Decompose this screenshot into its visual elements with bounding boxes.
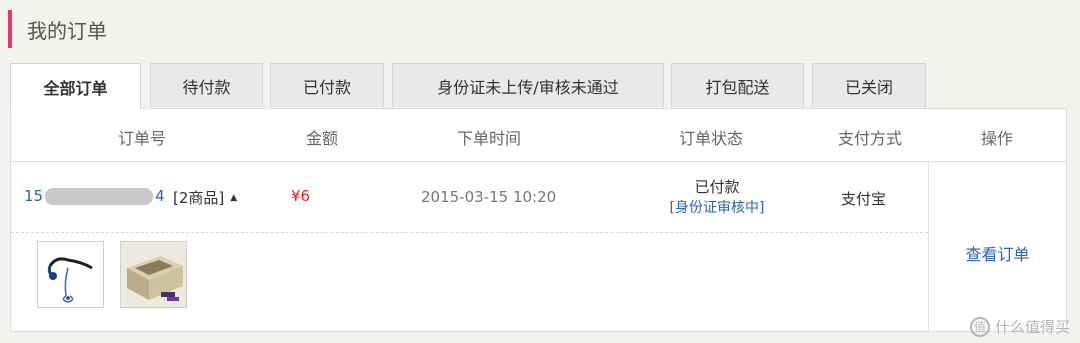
status-text: 已付款 [694,178,740,196]
header-actions: 操作 [980,129,1014,148]
order-items-row [11,232,928,332]
caret-up-icon: ▲ [230,192,238,203]
tab-id-pending[interactable]: 身份证未上传/审核未通过 [392,63,664,107]
earphones-image[interactable] [37,241,104,308]
watermark-text: 什么值得买 [994,318,1070,336]
zhi-icon: 值 [969,316,990,337]
payment-method: 支付宝 [841,190,887,208]
product-box-image[interactable] [120,241,187,308]
header-amount: 金额 [305,129,339,148]
header-order-number: 订单号 [117,129,167,148]
title-accent-bar [8,10,12,48]
tab-closed[interactable]: 已关闭 [812,63,926,107]
order-summary-row: 15 4 [2商品] ▲ ¥6 2015-03-15 10:20 已付款 [身份… [11,161,928,233]
order-number-link[interactable]: 15 4 [24,187,165,205]
header-payment-method: 支付方式 [837,129,903,148]
header-order-time: 下单时间 [456,129,522,148]
order-number-redacted [45,187,154,205]
site-watermark: 值 什么值得买 [969,316,1070,337]
actions-cell: 查看订单 [928,161,1066,331]
view-order-link[interactable]: 查看订单 [929,241,1066,265]
page-header: 我的订单 [8,10,107,48]
tab-paid[interactable]: 已付款 [270,63,384,107]
status-detail-link[interactable]: [身份证审核中] [657,198,777,219]
page-title: 我的订单 [27,18,107,43]
header-order-status: 订单状态 [678,129,744,148]
order-status: 已付款 [身份证审核中] [657,177,777,219]
tab-all-orders[interactable]: 全部订单 [10,63,141,110]
item-count-toggle[interactable]: [2商品] ▲ [173,187,237,208]
order-time: 2015-03-15 10:20 [421,188,557,206]
order-number-suffix: 4 [155,187,165,205]
table-header: 订单号 金额 下单时间 订单状态 支付方式 操作 [11,109,1066,162]
tab-pending-payment[interactable]: 待付款 [150,63,263,107]
orders-panel: 订单号 金额 下单时间 订单状态 支付方式 操作 15 4 [2商品] ▲ ¥6… [10,108,1067,332]
item-count: [2商品] [173,189,225,207]
order-number-prefix: 15 [24,187,44,205]
tab-shipping[interactable]: 打包配送 [671,63,804,107]
order-amount: ¥6 [291,187,311,205]
